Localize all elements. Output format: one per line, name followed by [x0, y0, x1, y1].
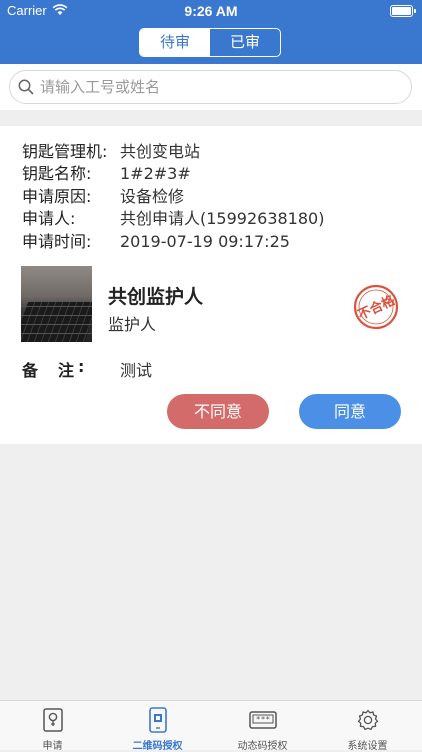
guardian-name: 共创监护人 [108, 286, 204, 308]
key-manager-label: 钥匙管理机: [22, 142, 108, 161]
clock: 9:26 AM [184, 3, 238, 19]
gear-icon [315, 707, 420, 737]
nav-header: Carrier 9:26 AM 待审 已审 [0, 0, 422, 64]
tab-reviewed[interactable]: 已审 [210, 29, 280, 56]
apply-time-value: 2019-07-19 09:17:25 [120, 232, 290, 251]
key-name-value: 1#2#3# [120, 164, 191, 183]
search-bar-area [0, 64, 422, 110]
guardian-photo [21, 266, 92, 342]
reason-label: 申请原因: [22, 187, 92, 206]
phone-qr-icon [105, 707, 210, 737]
rejected-stamp-icon: 不合格 [352, 283, 400, 335]
guardian-role: 监护人 [108, 315, 157, 334]
bulb-icon [0, 707, 105, 737]
applicant-value: 共创申请人(15992638180) [120, 209, 325, 228]
tab-qr-auth[interactable]: 二维码授权 [105, 701, 210, 752]
bottom-tab-bar: 申请 二维码授权 *** 动态码授权 系统设置 [0, 700, 422, 752]
stamp-text: 不合格 [355, 292, 398, 323]
applicant-label: 申请人: [22, 209, 76, 228]
key-name-label: 钥匙名称: [22, 164, 92, 183]
reason-value: 设备检修 [120, 187, 185, 206]
remark-value: 测试 [120, 361, 153, 380]
apply-time-label: 申请时间: [22, 232, 92, 251]
search-input[interactable] [40, 71, 400, 103]
tab-dynamic-code[interactable]: *** 动态码授权 [210, 701, 315, 752]
reject-button[interactable]: 不同意 [167, 394, 269, 429]
search-icon [18, 79, 34, 99]
svg-text:***: *** [255, 715, 270, 724]
search-box [9, 70, 412, 104]
tab-apply[interactable]: 申请 [0, 701, 105, 752]
keypad-icon: *** [210, 707, 315, 737]
review-status-segmented-control: 待审 已审 [139, 28, 281, 57]
remark-colon: : [78, 357, 85, 376]
battery-icon [390, 5, 416, 17]
tab-pending[interactable]: 待审 [140, 29, 210, 56]
key-manager-value: 共创变电站 [120, 142, 201, 161]
status-bar: Carrier 9:26 AM [0, 0, 422, 22]
request-card: 钥匙管理机: 共创变电站 钥匙名称: 1#2#3# 申请原因: 设备检修 申请人… [0, 126, 422, 444]
approve-button[interactable]: 同意 [299, 394, 401, 429]
tab-settings[interactable]: 系统设置 [315, 701, 420, 752]
